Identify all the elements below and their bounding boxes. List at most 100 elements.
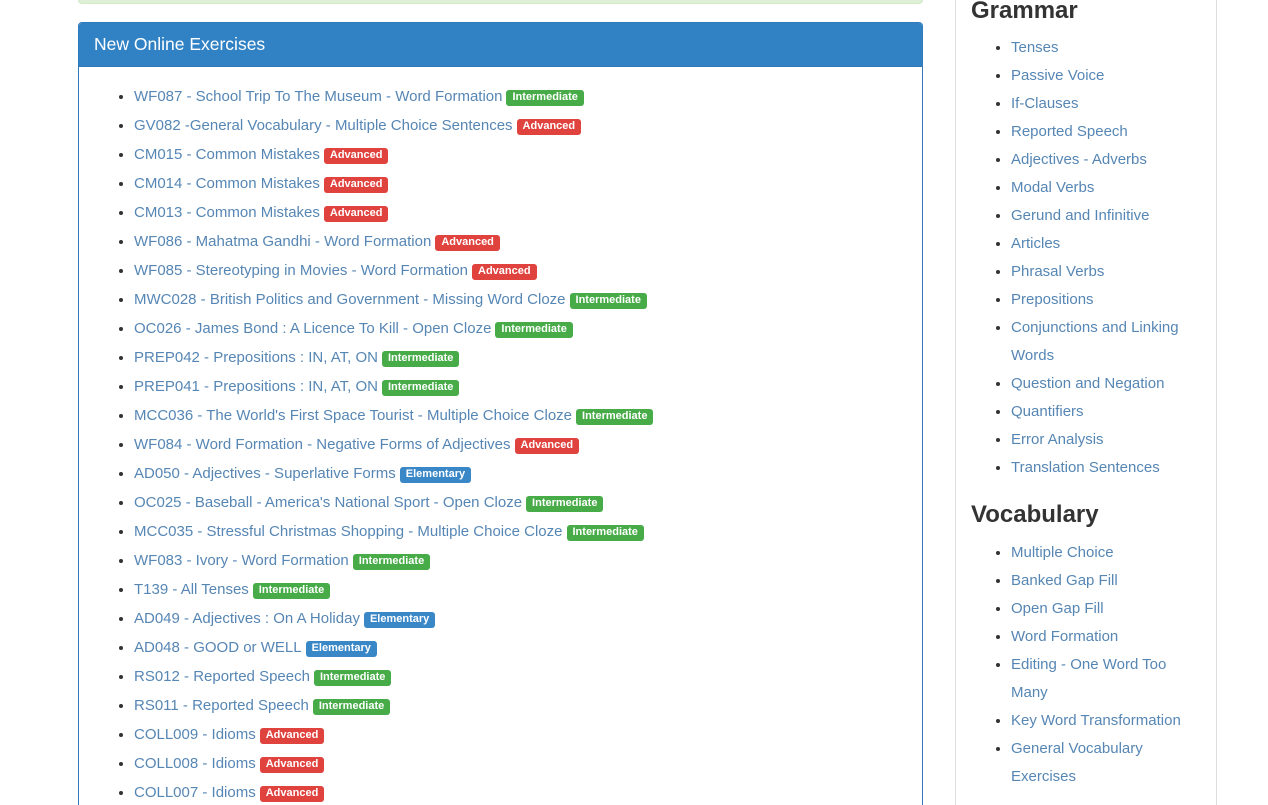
exercise-link[interactable]: WF084 - Word Formation - Negative Forms …	[134, 436, 511, 453]
exercise-link[interactable]: GV082 -General Vocabulary - Multiple Cho…	[134, 117, 513, 134]
sidebar-categories-panel: GrammarTensesPassive VoiceIf-ClausesRepo…	[955, 0, 1217, 805]
exercise-link[interactable]: RS011 - Reported Speech	[134, 697, 309, 714]
sidebar-list-item: Articles	[1011, 230, 1201, 258]
sidebar-link[interactable]: Gerund and Infinitive	[1011, 207, 1149, 224]
level-badge: Intermediate	[506, 90, 583, 106]
sidebar-list-item: Error Analysis	[1011, 426, 1201, 454]
exercise-list-item: GV082 -General Vocabulary - Multiple Cho…	[134, 111, 907, 140]
sidebar-link[interactable]: Conjunctions and Linking Words	[1011, 319, 1179, 364]
level-badge: Advanced	[515, 438, 580, 454]
exercise-list-item: WF087 - School Trip To The Museum - Word…	[134, 82, 907, 111]
level-badge: Intermediate	[253, 583, 330, 599]
sidebar-link[interactable]: Articles	[1011, 235, 1060, 252]
exercise-link[interactable]: MCC035 - Stressful Christmas Shopping - …	[134, 523, 563, 540]
sidebar-list-item: If-Clauses	[1011, 90, 1201, 118]
sidebar-link[interactable]: If-Clauses	[1011, 95, 1079, 112]
sidebar-link[interactable]: Editing - One Word Too Many	[1011, 656, 1166, 701]
sidebar-link[interactable]: Question and Negation	[1011, 375, 1164, 392]
exercise-list-item: WF086 - Mahatma Gandhi - Word FormationA…	[134, 227, 907, 256]
exercise-link[interactable]: RS012 - Reported Speech	[134, 668, 310, 685]
exercise-list-item: CM015 - Common MistakesAdvanced	[134, 140, 907, 169]
exercise-list-item: WF084 - Word Formation - Negative Forms …	[134, 430, 907, 459]
exercise-list-item: PREP042 - Prepositions : IN, AT, ONInter…	[134, 343, 907, 372]
exercise-link[interactable]: WF083 - Ivory - Word Formation	[134, 552, 349, 569]
sidebar-link[interactable]: Key Word Transformation	[1011, 712, 1181, 729]
exercise-link[interactable]: MWC028 - British Politics and Government…	[134, 291, 566, 308]
sidebar-link[interactable]: Reported Speech	[1011, 123, 1128, 140]
sidebar-sections: GrammarTensesPassive VoiceIf-ClausesRepo…	[971, 0, 1201, 791]
sidebar-link[interactable]: Passive Voice	[1011, 67, 1104, 84]
exercise-link[interactable]: CM014 - Common Mistakes	[134, 175, 320, 192]
exercise-link[interactable]: AD048 - GOOD or WELL	[134, 639, 302, 656]
exercise-list-item: WF085 - Stereotyping in Movies - Word Fo…	[134, 256, 907, 285]
sidebar: GrammarTensesPassive VoiceIf-ClausesRepo…	[955, 0, 1217, 805]
level-badge: Intermediate	[382, 351, 459, 367]
exercise-link[interactable]: PREP042 - Prepositions : IN, AT, ON	[134, 349, 378, 366]
sidebar-list-item: Adjectives - Adverbs	[1011, 146, 1201, 174]
exercise-link[interactable]: OC025 - Baseball - America's National Sp…	[134, 494, 522, 511]
sidebar-link[interactable]: Banked Gap Fill	[1011, 572, 1118, 589]
level-badge: Advanced	[472, 264, 537, 280]
exercise-link[interactable]: MCC036 - The World's First Space Tourist…	[134, 407, 572, 424]
sidebar-list-item: General Vocabulary Exercises	[1011, 735, 1201, 791]
sidebar-link[interactable]: Multiple Choice	[1011, 544, 1114, 561]
exercise-link[interactable]: AD050 - Adjectives - Superlative Forms	[134, 465, 396, 482]
sidebar-link[interactable]: Tenses	[1011, 39, 1059, 56]
level-badge: Intermediate	[314, 670, 391, 686]
sidebar-list-item: Key Word Transformation	[1011, 707, 1201, 735]
exercise-link[interactable]: PREP041 - Prepositions : IN, AT, ON	[134, 378, 378, 395]
exercise-list-item: OC025 - Baseball - America's National Sp…	[134, 488, 907, 517]
sidebar-list-item: Prepositions	[1011, 286, 1201, 314]
level-badge: Intermediate	[353, 554, 430, 570]
exercise-link[interactable]: CM015 - Common Mistakes	[134, 146, 320, 163]
sidebar-list-item: Quantifiers	[1011, 398, 1201, 426]
sidebar-link[interactable]: Adjectives - Adverbs	[1011, 151, 1147, 168]
sidebar-list-item: Phrasal Verbs	[1011, 258, 1201, 286]
level-badge: Advanced	[435, 235, 500, 251]
exercise-list-item: MCC035 - Stressful Christmas Shopping - …	[134, 517, 907, 546]
exercise-link[interactable]: AD049 - Adjectives : On A Holiday	[134, 610, 360, 627]
sidebar-list-item: Passive Voice	[1011, 62, 1201, 90]
exercise-list-item: T139 - All TensesIntermediate	[134, 575, 907, 604]
sidebar-link[interactable]: Quantifiers	[1011, 403, 1084, 420]
exercise-list-item: RS012 - Reported SpeechIntermediate	[134, 662, 907, 691]
sidebar-section-heading: Vocabulary	[971, 502, 1201, 528]
exercise-link[interactable]: COLL009 - Idioms	[134, 726, 256, 743]
exercise-link[interactable]: WF087 - School Trip To The Museum - Word…	[134, 88, 502, 105]
level-badge: Intermediate	[313, 699, 390, 715]
level-badge: Intermediate	[526, 496, 603, 512]
sidebar-link[interactable]: Phrasal Verbs	[1011, 263, 1104, 280]
panel-body: WF087 - School Trip To The Museum - Word…	[79, 67, 922, 805]
level-badge: Advanced	[517, 119, 582, 135]
sidebar-link[interactable]: Translation Sentences	[1011, 459, 1160, 476]
level-badge: Advanced	[324, 206, 389, 222]
exercise-list-item: AD049 - Adjectives : On A HolidayElement…	[134, 604, 907, 633]
exercise-link[interactable]: OC026 - James Bond : A Licence To Kill -…	[134, 320, 491, 337]
exercise-list-item: COLL009 - IdiomsAdvanced	[134, 720, 907, 749]
exercise-link[interactable]: COLL008 - Idioms	[134, 755, 256, 772]
sidebar-link[interactable]: Prepositions	[1011, 291, 1094, 308]
exercise-link[interactable]: WF086 - Mahatma Gandhi - Word Formation	[134, 233, 431, 250]
exercise-link[interactable]: WF085 - Stereotyping in Movies - Word Fo…	[134, 262, 468, 279]
sidebar-link[interactable]: Modal Verbs	[1011, 179, 1094, 196]
level-badge: Advanced	[260, 786, 325, 802]
level-badge: Intermediate	[495, 322, 572, 338]
sidebar-link[interactable]: Open Gap Fill	[1011, 600, 1104, 617]
exercise-link[interactable]: T139 - All Tenses	[134, 581, 249, 598]
sidebar-link[interactable]: General Vocabulary Exercises	[1011, 740, 1143, 785]
exercise-list-item: AD048 - GOOD or WELLElementary	[134, 633, 907, 662]
sidebar-link[interactable]: Word Formation	[1011, 628, 1118, 645]
exercise-link[interactable]: CM013 - Common Mistakes	[134, 204, 320, 221]
exercise-list-item: WF083 - Ivory - Word FormationIntermedia…	[134, 546, 907, 575]
level-badge: Intermediate	[567, 525, 644, 541]
exercise-list-item: PREP041 - Prepositions : IN, AT, ONInter…	[134, 372, 907, 401]
main-content-column: New Online Exercises WF087 - School Trip…	[78, 22, 923, 805]
exercise-list-item: MWC028 - British Politics and Government…	[134, 285, 907, 314]
success-panel-sliver	[78, 0, 923, 4]
sidebar-link[interactable]: Error Analysis	[1011, 431, 1104, 448]
level-badge: Advanced	[324, 148, 389, 164]
exercise-link[interactable]: COLL007 - Idioms	[134, 784, 256, 801]
sidebar-list-item: Word Formation	[1011, 623, 1201, 651]
page-root: New Online Exercises WF087 - School Trip…	[0, 0, 1268, 805]
panel-heading: New Online Exercises	[79, 23, 922, 67]
